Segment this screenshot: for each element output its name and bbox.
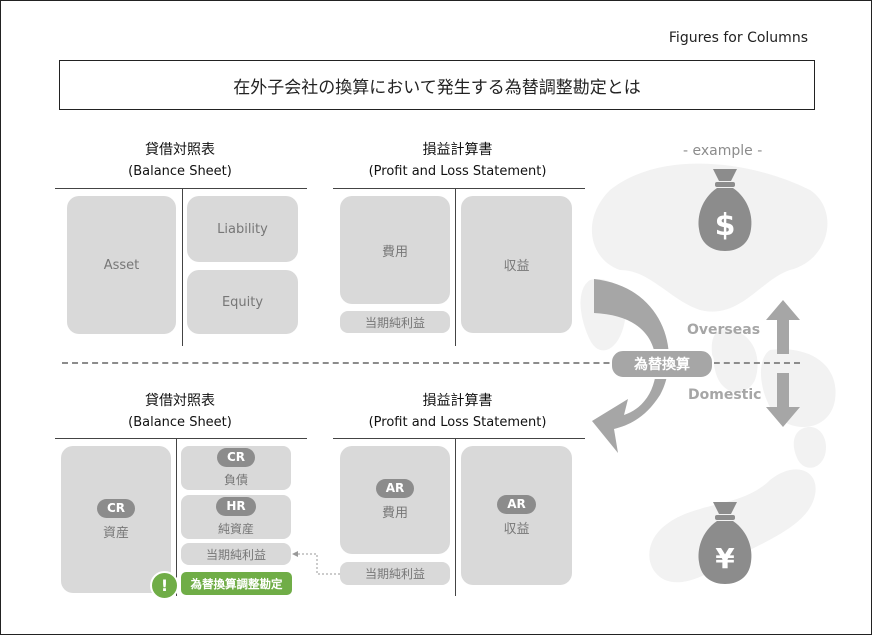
bottom-bs-rule [55,438,307,439]
ar-badge: AR [497,494,536,514]
bottom-pl-revenue-box: AR 収益 [461,446,572,585]
bottom-pl-net-income-label: 当期純利益 [364,567,425,581]
top-pl-net-income-label: 当期純利益 [364,315,425,330]
bottom-bs-header: 貸借対照表 (Balance Sheet) [60,391,300,433]
page-title: 在外子会社の換算において発生する為替調整勘定とは [59,60,815,110]
top-pl-net-income-box: 当期純利益 [340,311,450,333]
yen-money-bag-icon: ¥ [698,502,752,584]
dollar-symbol: $ [715,208,736,243]
top-bs-asset-label: Asset [103,257,140,273]
bottom-pl-rule [333,438,585,439]
bottom-pl-expense-label: 費用 [381,506,408,521]
bottom-pl-net-income-box: 当期純利益 [340,562,450,585]
bottom-bs-divider [176,438,177,596]
top-pl-subheading: (Profit and Loss Statement) [368,164,547,179]
top-pl-divider [455,188,456,346]
bottom-pl-expense-box: AR 費用 [340,446,450,554]
bottom-pl-divider [455,438,456,596]
top-pl-revenue-box: 収益 [461,196,572,333]
bottom-pl-heading: 損益計算書 [422,393,493,409]
top-pl-rule [333,188,585,189]
yen-symbol: ¥ [715,542,735,575]
bottom-bs-subheading: (Balance Sheet) [128,415,232,430]
net-income-link-arrow [292,551,340,575]
example-label: - example - [683,143,763,159]
conversion-pill: 為替換算 [610,349,714,379]
top-pl-header: 損益計算書 (Profit and Loss Statement) [335,140,580,182]
domestic-label: Domestic [688,387,762,403]
top-pl-expense-box: 費用 [340,196,450,304]
bottom-pl-header: 損益計算書 (Profit and Loss Statement) [335,391,580,433]
bottom-bs-net-assets-box: HR 純資産 [181,495,291,539]
cr-badge: CR [96,498,136,518]
bottom-pl-subheading: (Profit and Loss Statement) [368,415,547,430]
bottom-bs-liability-box: CR 負債 [181,446,291,490]
top-bs-header: 貸借対照表 (Balance Sheet) [60,140,300,182]
bottom-bs-net-income-box: 当期純利益 [181,543,291,565]
top-bs-liability-box: Liability [187,196,298,262]
bottom-bs-asset-box: CR 資産 [61,446,171,593]
top-pl-heading: 損益計算書 [422,142,493,158]
bottom-pl-revenue-label: 収益 [503,521,530,537]
top-bs-heading: 貸借対照表 [145,142,215,158]
ar-badge: AR [375,479,415,498]
top-bs-subheading: (Balance Sheet) [128,164,232,179]
bottom-bs-asset-label: 資産 [102,525,129,541]
arrow-up-icon [766,300,800,354]
alert-icon: ! [150,571,179,600]
top-bs-equity-box: Equity [187,270,298,334]
top-pl-expense-label: 費用 [381,244,408,260]
bottom-bs-heading: 貸借対照表 [145,393,215,409]
top-bs-liability-label: Liability [217,221,268,237]
top-bs-rule [55,188,307,189]
bottom-bs-net-income-label: 当期純利益 [205,547,266,562]
top-bs-equity-label: Equity [221,294,264,310]
bottom-bs-net-assets-label: 純資産 [217,522,254,536]
cr-badge: CR [216,448,256,467]
top-bs-asset-box: Asset [67,196,176,334]
bottom-bs-liability-label: 負債 [223,473,248,487]
top-pl-revenue-label: 収益 [503,259,530,274]
overseas-label: Overseas [687,322,761,338]
fx-adjustment-badge: 為替換算調整勘定 [181,572,292,595]
figure-label: Figures for Columns [668,30,808,46]
dollar-money-bag-icon: $ [698,169,752,251]
hr-badge: HR [216,497,256,516]
top-bs-divider [182,188,183,346]
arrow-down-icon [766,373,800,427]
